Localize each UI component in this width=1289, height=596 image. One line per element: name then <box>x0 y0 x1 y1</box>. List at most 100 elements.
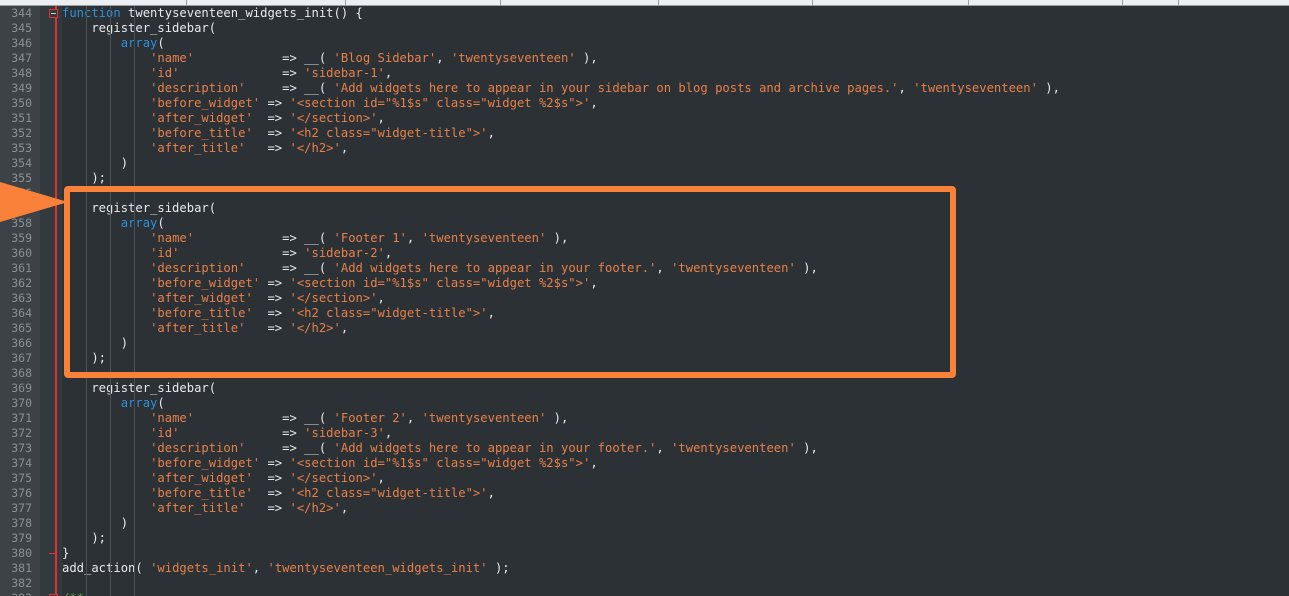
code-line[interactable]: 365 'after_title' => '</h2>', <box>0 321 1289 336</box>
code-line[interactable]: 360 'id' => 'sidebar-2', <box>0 246 1289 261</box>
code-line[interactable]: 371 'name' => __( 'Footer 2', 'twentysev… <box>0 411 1289 426</box>
code-line[interactable]: 362 'before_widget' => '<section id="%1$… <box>0 276 1289 291</box>
code-line[interactable]: 347 'name' => __( 'Blog Sidebar', 'twent… <box>0 51 1289 66</box>
code-token: ), <box>546 411 569 425</box>
code-line[interactable]: 357 register_sidebar( <box>0 201 1289 216</box>
code-lines-container[interactable]: 344 function twentyseventeen_widgets_init… <box>0 6 1289 596</box>
code-line[interactable]: 356 <box>0 186 1289 201</box>
code-line[interactable]: 378 ) <box>0 516 1289 531</box>
line-number: 349 <box>11 81 32 95</box>
code-line[interactable]: 359 'name' => __( 'Footer 1', 'twentysev… <box>0 231 1289 246</box>
code-line-text: ) <box>62 516 128 531</box>
code-line[interactable]: 344 function twentyseventeen_widgets_init… <box>0 6 1289 21</box>
code-token: , <box>340 321 349 335</box>
line-number: 365 <box>11 321 32 335</box>
code-line[interactable]: 379 ); <box>0 531 1289 546</box>
code-token: '</section>' <box>289 471 378 485</box>
line-number: 377 <box>11 501 32 515</box>
line-number: 348 <box>11 66 32 80</box>
line-number: 379 <box>11 531 32 545</box>
code-line[interactable]: 363 'after_widget' => '</section>', <box>0 291 1289 306</box>
code-line[interactable]: 351 'after_widget' => '</section>', <box>0 111 1289 126</box>
line-number: 383 <box>0 591 32 596</box>
code-line[interactable]: 369 register_sidebar( <box>0 381 1289 396</box>
code-editing-surface[interactable]: 344 function twentyseventeen_widgets_init… <box>0 6 1289 596</box>
code-token: 'Footer 2' <box>333 411 407 425</box>
code-line[interactable]: 364 'before_title' => '<h2 class="widget… <box>0 306 1289 321</box>
code-line[interactable]: 374 'before_widget' => '<section id="%1$… <box>0 456 1289 471</box>
code-line[interactable]: 381 add_action( 'widgets_init', 'twentyse… <box>0 561 1289 576</box>
code-line-text: 'before_title' => '<h2 class="widget-tit… <box>62 486 495 501</box>
code-line[interactable]: 352 'before_title' => '<h2 class="widget… <box>0 126 1289 141</box>
code-line[interactable]: 355 ); <box>0 171 1289 186</box>
code-line-text: 'description' => __( 'Add widgets here t… <box>62 441 818 456</box>
code-token: => <box>245 501 290 515</box>
code-line-text: 'name' => __( 'Footer 1', 'twentysevente… <box>62 231 568 246</box>
code-line[interactable]: 383 /** <box>0 591 1289 596</box>
code-line[interactable]: 375 'after_widget' => '</section>', <box>0 471 1289 486</box>
code-line-text: 'description' => __( 'Add widgets here t… <box>62 81 1060 96</box>
code-token: , <box>590 96 598 110</box>
code-token: 'Footer 1' <box>333 231 407 245</box>
fold-toggle-icon[interactable] <box>49 9 58 18</box>
code-line[interactable]: 367 ); <box>0 351 1289 366</box>
code-token: ); <box>62 351 107 365</box>
tab-divider-5 <box>968 0 969 5</box>
line-number: 356 <box>11 186 32 200</box>
code-token: ( <box>157 36 165 50</box>
editor-tab-bar[interactable] <box>0 0 1289 6</box>
code-line[interactable]: 372 'id' => 'sidebar-3', <box>0 426 1289 441</box>
code-line[interactable]: 366 ) <box>0 336 1289 351</box>
code-line[interactable]: 376 'before_title' => '<h2 class="widget… <box>0 486 1289 501</box>
code-line[interactable]: 346 array( <box>0 36 1289 51</box>
code-line[interactable]: 353 'after_title' => '</h2>', <box>0 141 1289 156</box>
code-token: 'twentyseventeen' <box>421 411 547 425</box>
code-line[interactable]: 361 'description' => __( 'Add widgets he… <box>0 261 1289 276</box>
code-token: /** <box>62 591 84 596</box>
code-token: add_action( <box>62 561 151 575</box>
code-token: , <box>340 141 349 155</box>
tab-divider-2 <box>500 0 501 5</box>
code-token: ), <box>795 261 818 275</box>
code-token: 'id' <box>150 426 180 440</box>
code-token: => <box>179 426 305 440</box>
code-token: ) <box>62 156 129 170</box>
code-line[interactable]: 354 ) <box>0 156 1289 171</box>
code-token: 'before_title' <box>150 126 253 140</box>
code-line-text: 'description' => __( 'Add widgets here t… <box>62 261 818 276</box>
code-token: '<section id="%1$s" class="widget %2$s">… <box>289 96 591 110</box>
code-token: , <box>384 66 393 80</box>
code-line-text: 'id' => 'sidebar-1', <box>62 66 392 81</box>
code-token: ( <box>157 396 165 410</box>
code-line[interactable]: 350 'before_widget' => '<section id="%1$… <box>0 96 1289 111</box>
code-token: 'Add widgets here to appear in your foot… <box>333 441 657 455</box>
tab-divider-7 <box>1178 0 1179 5</box>
code-line[interactable]: 368 <box>0 366 1289 381</box>
code-token: ( <box>157 216 165 230</box>
code-line[interactable]: 377 'after_title' => '</h2>', <box>0 501 1289 516</box>
code-line[interactable]: 349 'description' => __( 'Add widgets he… <box>0 81 1289 96</box>
code-line-text: 'after_title' => '</h2>', <box>62 501 348 516</box>
code-line[interactable]: 380} <box>0 546 1289 561</box>
code-line[interactable]: 348 'id' => 'sidebar-1', <box>0 66 1289 81</box>
code-line-text: array( <box>62 216 165 231</box>
line-number: 350 <box>11 96 32 110</box>
code-token: 'name' <box>150 51 195 65</box>
code-line-text: 'before_title' => '<h2 class="widget-tit… <box>62 306 495 321</box>
code-line[interactable]: 345 register_sidebar( <box>0 21 1289 36</box>
code-token: => __( <box>245 81 334 95</box>
code-line[interactable]: 370 array( <box>0 396 1289 411</box>
code-line[interactable]: 358 array( <box>0 216 1289 231</box>
code-token: 'twentyseventeen' <box>450 51 576 65</box>
code-folding-gutter[interactable] <box>40 6 62 596</box>
code-line[interactable]: 382 <box>0 576 1289 591</box>
code-line-text: 'id' => 'sidebar-3', <box>62 426 392 441</box>
code-line[interactable]: 373 'description' => __( 'Add widgets he… <box>0 441 1289 456</box>
code-token: , <box>377 111 385 125</box>
code-line-text: function twentyseventeen_widgets_init() … <box>62 6 363 21</box>
code-token: 'Add widgets here to appear in your foot… <box>333 261 657 275</box>
code-token: , <box>487 486 495 500</box>
